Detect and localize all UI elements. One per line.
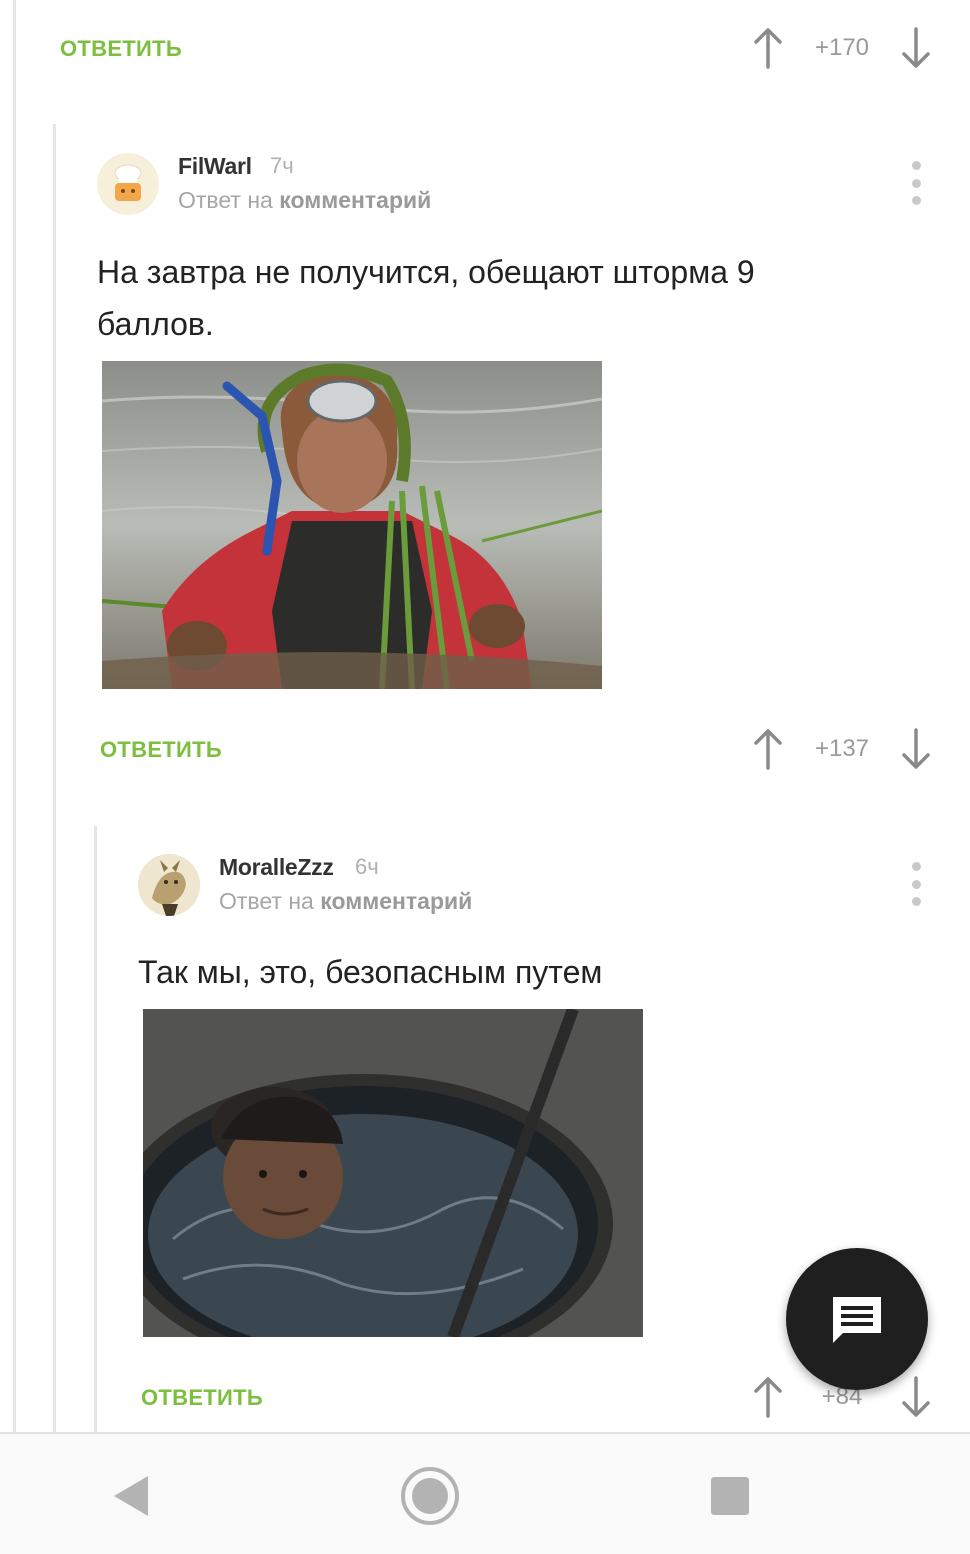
comments-fab-button[interactable]	[786, 1248, 928, 1390]
chef-avatar-icon	[97, 153, 159, 215]
back-button[interactable]	[98, 1464, 162, 1528]
downvote-icon[interactable]	[896, 24, 936, 72]
comment-author[interactable]: FilWarl	[178, 153, 252, 180]
upvote-icon[interactable]	[748, 1373, 788, 1421]
reply-to-link[interactable]: комментарий	[320, 888, 472, 914]
reply-to-prefix: Ответ на	[219, 888, 314, 914]
comment-icon	[833, 1297, 881, 1343]
back-icon	[114, 1476, 148, 1516]
recents-icon	[711, 1477, 749, 1515]
upvote-icon[interactable]	[748, 725, 788, 773]
recents-button[interactable]	[698, 1464, 762, 1528]
comment-text: Так мы, это, безопасным путем	[138, 946, 602, 998]
thread-line-level-1	[53, 124, 56, 1432]
reply-to-link[interactable]: комментарий	[279, 187, 431, 213]
system-navigation-bar	[0, 1432, 970, 1554]
comment-image[interactable]	[143, 1009, 643, 1337]
avatar[interactable]	[97, 153, 159, 215]
reply-to-label: Ответ на комментарий	[178, 187, 431, 214]
comment-image[interactable]	[102, 361, 602, 689]
reply-button[interactable]: ОТВЕТИТЬ	[60, 36, 182, 62]
thread-line-root	[13, 0, 16, 1432]
more-options-icon[interactable]	[906, 862, 926, 906]
thread-line-level-2	[94, 826, 97, 1432]
reply-button[interactable]: ОТВЕТИТЬ	[100, 737, 222, 763]
comment-text-line: На завтра не получится, обещают шторма 9	[97, 254, 755, 290]
score-value: +137	[814, 735, 870, 762]
dog-avatar-icon	[138, 854, 200, 916]
comment-text-line: баллов.	[97, 306, 214, 342]
vote-control: +170	[748, 24, 936, 72]
comment-text-line: Так мы, это, безопасным путем	[138, 954, 603, 990]
vote-control: +137	[748, 725, 936, 773]
home-icon	[401, 1467, 459, 1525]
more-options-icon[interactable]	[906, 161, 926, 205]
downvote-icon[interactable]	[896, 1373, 936, 1421]
upvote-icon[interactable]	[748, 24, 788, 72]
downvote-icon[interactable]	[896, 725, 936, 773]
reply-to-label: Ответ на комментарий	[219, 888, 472, 915]
score-value: +170	[814, 34, 870, 61]
reply-button[interactable]: ОТВЕТИТЬ	[141, 1385, 263, 1411]
comment-author[interactable]: MoralleZzz	[219, 854, 334, 881]
comment-time: 7ч	[270, 153, 294, 178]
avatar[interactable]	[138, 854, 200, 916]
comment-time: 6ч	[355, 854, 379, 879]
reply-to-prefix: Ответ на	[178, 187, 273, 213]
comment-text: На завтра не получится, обещают шторма 9…	[97, 246, 755, 350]
home-button[interactable]	[398, 1464, 462, 1528]
